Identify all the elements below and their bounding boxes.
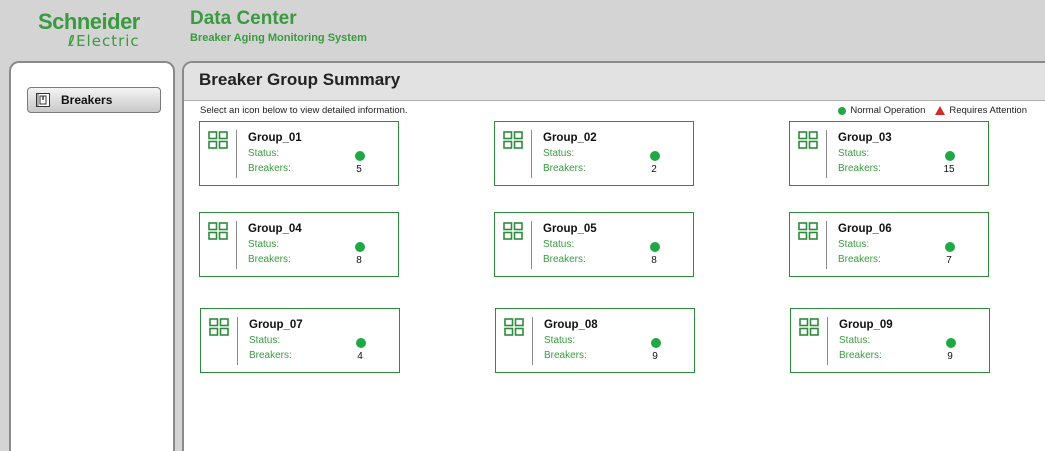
instruction-text: Select an icon below to view detailed in… [200,105,408,116]
legend-normal-label: Normal Operation [850,105,926,116]
breakers-label: Breakers: [838,254,881,265]
group-card[interactable]: Group_03 Status: Breakers: 15 [789,121,989,186]
normal-status-icon [651,338,661,348]
group-card[interactable]: Group_01 Status: Breakers: 5 [199,121,399,186]
normal-status-icon [945,242,955,252]
breakers-count: 4 [357,351,363,362]
breakers-label: Breakers: [839,350,882,361]
normal-status-icon [355,151,365,161]
group-grid-icon [208,131,228,149]
breakers-count: 8 [356,255,362,266]
status-label: Status: [544,335,576,346]
group-card[interactable]: Group_06 Status: Breakers: 7 [789,212,989,277]
group-name: Group_04 [248,223,302,235]
status-label: Status: [838,239,870,250]
status-label: Status: [543,148,575,159]
normal-status-icon [355,242,365,252]
group-name: Group_08 [544,319,598,331]
logo-name-top: Schneider [38,9,140,34]
main-header: Breaker Group Summary [184,63,1045,101]
group-name: Group_03 [838,132,892,144]
group-name: Group_06 [838,223,892,235]
breakers-count: 9 [652,351,658,362]
breaker-icon [36,93,50,107]
card-divider [531,221,532,269]
app-header: Schneider ℓElectric Data Center Breaker … [0,0,1045,58]
breakers-label: Breakers: [249,350,292,361]
group-grid-icon [209,318,229,336]
main-panel: Breaker Group Summary Select an icon bel… [182,61,1045,451]
status-label: Status: [248,239,280,250]
normal-status-icon [356,338,366,348]
group-name: Group_02 [543,132,597,144]
normal-status-icon [945,151,955,161]
group-card[interactable]: Group_05 Status: Breakers: 8 [494,212,694,277]
card-divider [237,317,238,365]
group-grid-icon [503,222,523,240]
group-name: Group_05 [543,223,597,235]
group-grid-icon [208,222,228,240]
group-grid-icon [799,318,819,336]
sidebar: Breakers [9,61,175,451]
normal-status-icon [946,338,956,348]
warning-triangle-icon [935,106,946,115]
app-subtitle: Breaker Aging Monitoring System [190,32,367,44]
breakers-label: Breakers: [544,350,587,361]
group-card[interactable]: Group_07 Status: Breakers: 4 [200,308,400,373]
card-divider [236,130,237,178]
breakers-count: 15 [943,164,955,175]
breakers-label: Breakers: [543,163,586,174]
status-label: Status: [839,335,871,346]
card-divider [236,221,237,269]
breakers-count: 2 [651,164,657,175]
breakers-label: Breakers: [248,163,291,174]
breakers-label: Breakers: [838,163,881,174]
sidebar-item-label: Breakers [61,93,113,107]
breakers-label: Breakers: [543,254,586,265]
group-card[interactable]: Group_09 Status: Breakers: 9 [790,308,990,373]
group-name: Group_07 [249,319,303,331]
status-legend: Normal Operation Requires Attention [838,105,1027,116]
group-name: Group_01 [248,132,302,144]
normal-status-icon [838,106,847,115]
normal-status-icon [650,151,660,161]
app-title: Data Center [190,8,297,29]
card-divider [531,130,532,178]
breakers-count: 9 [947,351,953,362]
group-grid-icon [798,131,818,149]
group-grid-icon [503,131,523,149]
logo-electric-text: Electric [76,32,140,50]
status-label: Status: [249,335,281,346]
breakers-label: Breakers: [248,254,291,265]
group-name: Group_09 [839,319,893,331]
card-divider [826,130,827,178]
logo-name-bottom: ℓElectric [68,33,140,49]
group-card[interactable]: Group_08 Status: Breakers: 9 [495,308,695,373]
card-divider [532,317,533,365]
legend-attention-label: Requires Attention [949,105,1027,116]
page-title: Breaker Group Summary [199,70,401,89]
card-divider [827,317,828,365]
group-grid-icon [504,318,524,336]
status-label: Status: [543,239,575,250]
life-is-on-icon: ℓ [68,32,77,50]
breakers-count: 5 [356,164,362,175]
sidebar-item-breakers[interactable]: Breakers [27,87,161,113]
schneider-electric-logo: Schneider ℓElectric [38,10,168,50]
breakers-count: 7 [946,255,952,266]
status-label: Status: [838,148,870,159]
breakers-count: 8 [651,255,657,266]
normal-status-icon [650,242,660,252]
status-label: Status: [248,148,280,159]
card-divider [826,221,827,269]
group-card[interactable]: Group_02 Status: Breakers: 2 [494,121,694,186]
group-card[interactable]: Group_04 Status: Breakers: 8 [199,212,399,277]
group-grid-icon [798,222,818,240]
